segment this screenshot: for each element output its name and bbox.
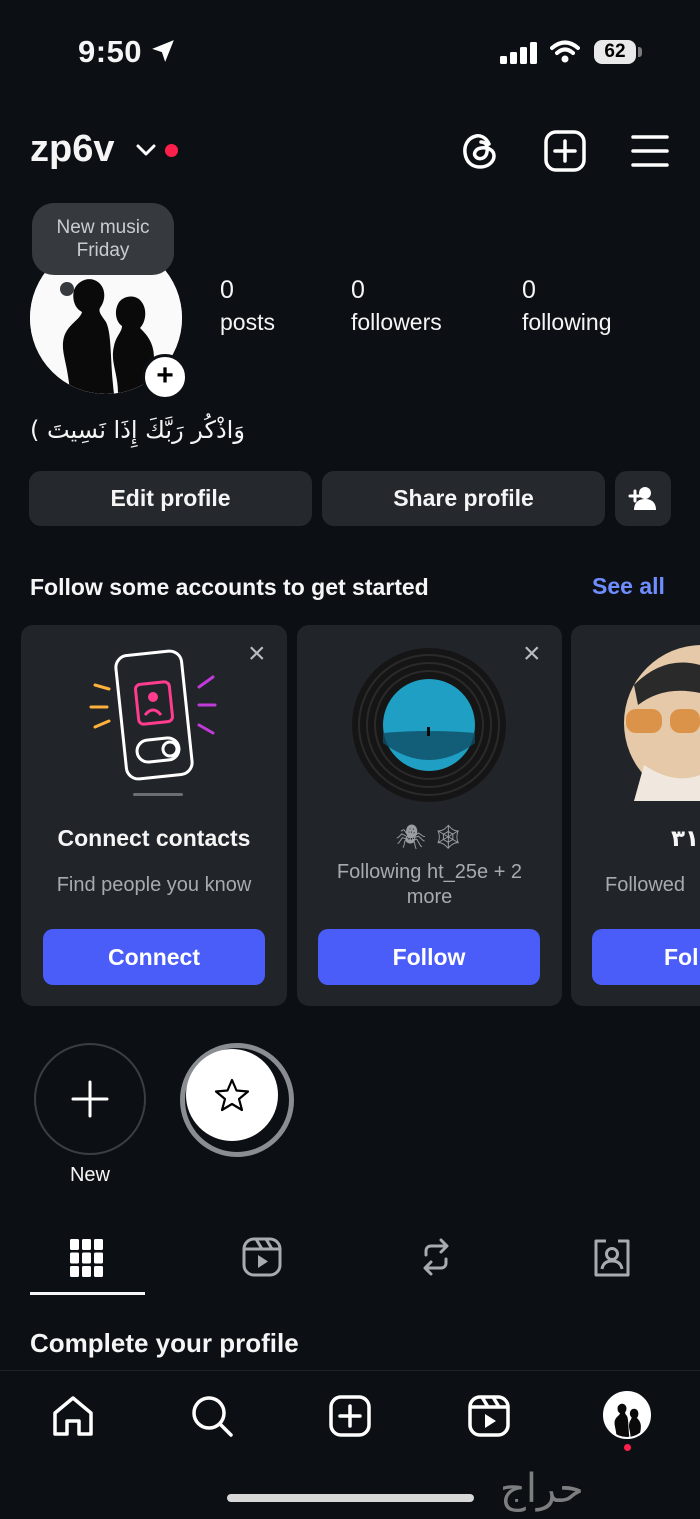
home-indicator: [227, 1494, 474, 1502]
profile-bio: وَاذْكُر رَبَّكَ إِذَا نَسِيتَ ): [30, 416, 245, 444]
add-person-icon: [628, 487, 656, 510]
new-highlight-label: New: [69, 1164, 110, 1186]
vinyl-record-avatar: [352, 648, 506, 802]
card-subtitle: Following ht_25e + 2 more: [336, 861, 523, 908]
battery-indicator: 62: [594, 40, 636, 64]
stat-following-label: following: [522, 309, 612, 335]
new-highlight-button[interactable]: [34, 1043, 146, 1155]
card-name: 🕷 🕸: [395, 824, 464, 851]
avatar-thumbnail: [614, 1403, 641, 1437]
stat-followers[interactable]: 0 followers: [351, 276, 442, 336]
create-post-icon[interactable]: [543, 129, 587, 173]
follow-button[interactable]: Follow: [318, 929, 540, 985]
card-name: ٣١١: [671, 825, 700, 851]
cellular-signal-icon: [500, 42, 537, 64]
stat-posts-label: posts: [220, 309, 275, 335]
add-story-button[interactable]: +: [142, 354, 188, 400]
threads-icon[interactable]: [459, 130, 501, 172]
reposts-tab-icon[interactable]: [416, 1237, 456, 1277]
discover-people-button[interactable]: [615, 471, 671, 526]
suggestion-card-account[interactable]: ٣١١ Followed Follow: [571, 625, 700, 1006]
watermark-logo: حراج: [500, 1466, 584, 1512]
follow-button[interactable]: Follow: [592, 929, 700, 985]
home-icon[interactable]: [51, 1394, 95, 1438]
contacts-phone-illustration: [89, 649, 217, 796]
suggestion-card-account[interactable]: × 🕷 🕸 Following ht_25e + 2 more Follow: [297, 625, 562, 1006]
battery-tip: [638, 47, 642, 57]
active-tab-indicator: [30, 1292, 145, 1295]
edit-profile-button[interactable]: Edit profile: [29, 471, 312, 526]
stat-following-value: 0: [522, 276, 536, 304]
suggestions-title: Follow some accounts to get started: [30, 574, 429, 600]
chevron-down-icon[interactable]: [135, 142, 157, 158]
status-time: 9:50: [78, 34, 143, 69]
connect-button[interactable]: Connect: [43, 929, 265, 985]
see-all-link[interactable]: See all: [592, 573, 665, 600]
complete-profile-title: Complete your profile: [30, 1328, 299, 1358]
person-avatar: [624, 645, 700, 801]
suggestion-card-connect[interactable]: × Connect contacts Find people you know …: [21, 625, 287, 1006]
card-name: Connect contacts: [57, 825, 251, 851]
stat-posts-value: 0: [220, 276, 234, 304]
stat-posts[interactable]: 0 posts: [220, 276, 275, 336]
account-username[interactable]: zp6v: [30, 128, 114, 171]
tagged-tab-icon[interactable]: [592, 1237, 632, 1277]
stat-followers-value: 0: [351, 276, 365, 304]
share-profile-button[interactable]: Share profile: [322, 471, 605, 526]
plus-icon: [71, 1080, 109, 1118]
stat-following[interactable]: 0 following: [522, 276, 612, 336]
create-icon[interactable]: [328, 1394, 372, 1438]
profile-nav-avatar[interactable]: [603, 1391, 651, 1439]
grid-tab-icon[interactable]: [69, 1238, 105, 1278]
note-bubble[interactable]: New music Friday: [32, 203, 174, 275]
profile-nav-dot: [624, 1444, 631, 1451]
highlight-item[interactable]: [180, 1043, 294, 1157]
reels-icon[interactable]: [467, 1394, 511, 1438]
wifi-icon: [550, 40, 580, 63]
star-icon: [214, 1078, 250, 1112]
notification-dot: [165, 144, 178, 157]
reels-tab-icon[interactable]: [242, 1237, 282, 1277]
card-subtitle: Find people you know: [56, 874, 252, 896]
menu-icon[interactable]: [630, 133, 670, 169]
note-bubble-tail: [60, 282, 74, 296]
card-subtitle: Followed: [605, 874, 686, 896]
close-icon[interactable]: ×: [523, 637, 541, 671]
stat-followers-label: followers: [351, 309, 442, 335]
search-icon[interactable]: [190, 1394, 234, 1438]
close-icon[interactable]: ×: [248, 637, 266, 671]
location-arrow-icon: [152, 40, 174, 62]
